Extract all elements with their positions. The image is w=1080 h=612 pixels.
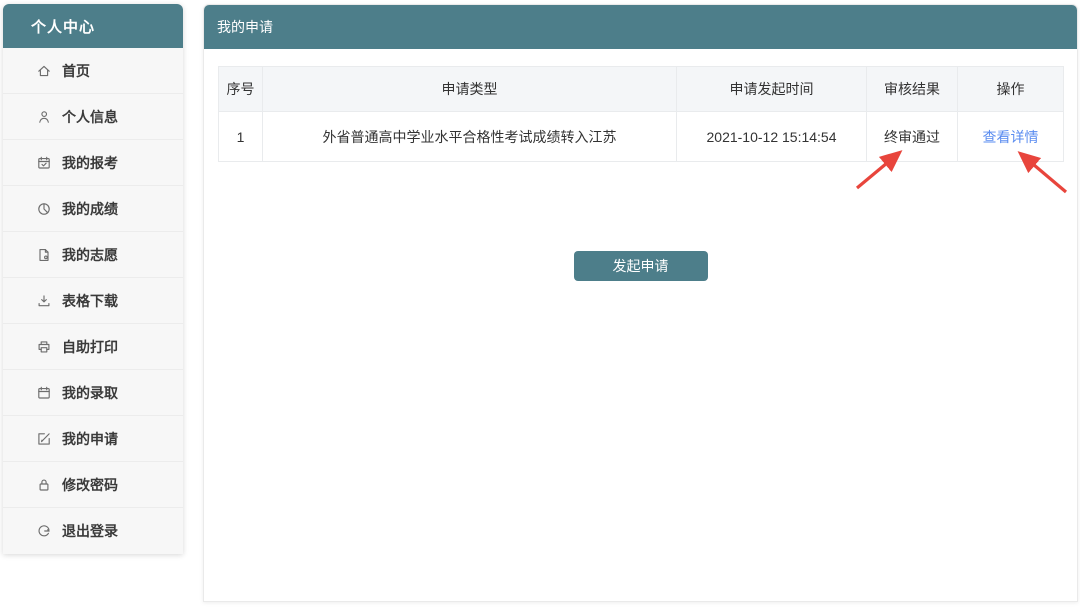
main-panel: 我的申请 序号申请类型申请发起时间审核结果操作 1外省普通高中学业水平合格性考试… [203, 4, 1078, 602]
application-time-cell: 2021-10-12 15:14:54 [677, 112, 867, 162]
sidebar-item-label: 表格下载 [62, 291, 118, 311]
column-header: 申请发起时间 [677, 67, 867, 112]
sidebar-item-label: 个人信息 [62, 107, 118, 127]
download-icon [36, 293, 52, 309]
application-type-cell: 外省普通高中学业水平合格性考试成绩转入江苏 [263, 112, 677, 162]
sidebar-menu: 首页个人信息我的报考我的成绩我的志愿表格下载自助打印我的录取我的申请修改密码退出… [3, 48, 183, 554]
sidebar-item-label: 退出登录 [62, 521, 118, 541]
calendar-check-icon [36, 155, 52, 171]
table-header-row: 序号申请类型申请发起时间审核结果操作 [219, 67, 1064, 112]
sidebar-item-label: 我的报考 [62, 153, 118, 173]
printer-icon [36, 339, 52, 355]
sidebar-item-label: 自助打印 [62, 337, 118, 357]
sidebar-item-label: 我的录取 [62, 383, 118, 403]
sidebar-item-label: 首页 [62, 61, 90, 81]
applications-table: 序号申请类型申请发起时间审核结果操作 1外省普通高中学业水平合格性考试成绩转入江… [218, 66, 1064, 162]
column-header: 序号 [219, 67, 263, 112]
view-details-link[interactable]: 查看详情 [983, 129, 1039, 145]
sidebar-item-9[interactable]: 修改密码 [3, 462, 183, 508]
sidebar-item-2[interactable]: 我的报考 [3, 140, 183, 186]
column-header: 申请类型 [263, 67, 677, 112]
sidebar-item-0[interactable]: 首页 [3, 48, 183, 94]
sidebar-item-label: 我的成绩 [62, 199, 118, 219]
home-icon [36, 63, 52, 79]
sidebar-item-10[interactable]: 退出登录 [3, 508, 183, 554]
column-header: 审核结果 [867, 67, 958, 112]
document-icon [36, 247, 52, 263]
initiate-application-button[interactable]: 发起申请 [574, 251, 708, 281]
pie-chart-icon [36, 201, 52, 217]
lock-icon [36, 477, 52, 493]
sidebar-item-3[interactable]: 我的成绩 [3, 186, 183, 232]
sidebar-item-4[interactable]: 我的志愿 [3, 232, 183, 278]
sidebar-item-8[interactable]: 我的申请 [3, 416, 183, 462]
sidebar-item-1[interactable]: 个人信息 [3, 94, 183, 140]
edit-icon [36, 431, 52, 447]
row-index: 1 [219, 112, 263, 162]
sidebar-item-label: 我的申请 [62, 429, 118, 449]
review-result-cell: 终审通过 [867, 112, 958, 162]
sidebar-item-7[interactable]: 我的录取 [3, 370, 183, 416]
page-title: 我的申请 [204, 5, 1077, 49]
sidebar-item-6[interactable]: 自助打印 [3, 324, 183, 370]
sidebar-item-5[interactable]: 表格下载 [3, 278, 183, 324]
logout-icon [36, 523, 52, 539]
table-row: 1外省普通高中学业水平合格性考试成绩转入江苏2021-10-12 15:14:5… [219, 112, 1064, 162]
sidebar-item-label: 修改密码 [62, 475, 118, 495]
sidebar: 个人中心 首页个人信息我的报考我的成绩我的志愿表格下载自助打印我的录取我的申请修… [3, 4, 183, 554]
column-header: 操作 [958, 67, 1064, 112]
sidebar-title: 个人中心 [3, 4, 183, 48]
main-body: 序号申请类型申请发起时间审核结果操作 1外省普通高中学业水平合格性考试成绩转入江… [204, 49, 1077, 281]
user-icon [36, 109, 52, 125]
action-cell: 查看详情 [958, 112, 1064, 162]
calendar-icon [36, 385, 52, 401]
sidebar-item-label: 我的志愿 [62, 245, 118, 265]
